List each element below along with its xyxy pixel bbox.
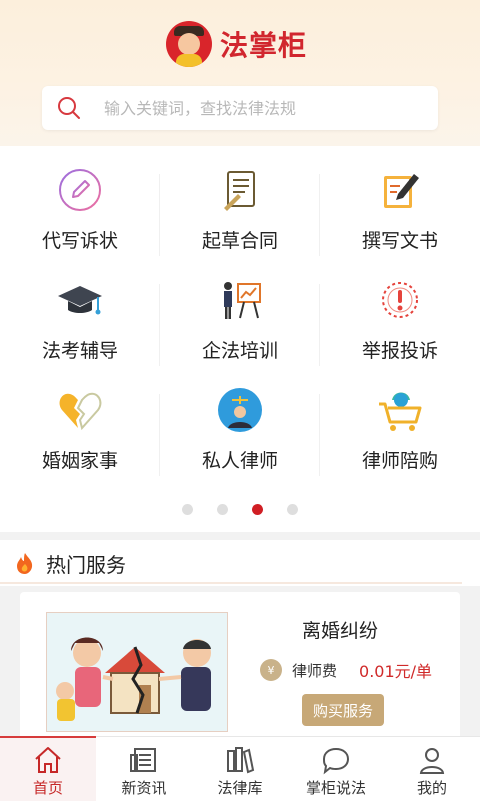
carousel-dot-active[interactable] (252, 504, 263, 515)
graduation-cap-icon (56, 276, 104, 324)
service-label: 撰写文书 (361, 230, 438, 252)
app-title: 法掌柜 (220, 29, 308, 62)
tab-home[interactable]: 首页 (0, 736, 96, 801)
section-title: 热门服务 (46, 552, 126, 577)
alert-exclamation-icon (376, 276, 424, 324)
tab-law-library[interactable]: 法律库 (192, 737, 288, 801)
section-underline (0, 582, 462, 584)
service-label: 律师陪购 (361, 450, 438, 472)
service-label: 起草合同 (201, 230, 278, 252)
fee-label: 律师费 (292, 661, 338, 680)
writing-pen-icon (376, 166, 424, 214)
presentation-board-icon (216, 276, 264, 324)
service-label: 法考辅导 (41, 340, 118, 362)
shopping-cart-icon (376, 386, 424, 434)
service-qifa-peixun[interactable]: 企法培训 (160, 270, 320, 380)
mascot-logo-icon (166, 21, 212, 67)
tab-mine[interactable]: 我的 (384, 737, 480, 801)
search-input[interactable] (102, 97, 406, 119)
home-icon (35, 747, 61, 773)
tab-label: 首页 (32, 779, 63, 797)
service-label: 企法培训 (201, 340, 278, 362)
service-label: 私人律师 (201, 450, 278, 472)
service-zhuanxie-wenshu[interactable]: 撰写文书 (320, 160, 480, 270)
carousel-dots[interactable] (0, 504, 480, 515)
tab-legal-talk[interactable]: 掌柜说法 (288, 737, 384, 801)
service-card-divorce[interactable]: 离婚纠纷 ¥ 律师费 0.01元/单 购买服务 (20, 592, 460, 742)
fee-price: 0.01元/单 (359, 662, 433, 681)
carousel-dot[interactable] (182, 504, 193, 515)
bottom-tab-bar: 首页 新资讯 法律库 掌柜说法 我的 (0, 736, 480, 801)
tab-label: 新资讯 (121, 779, 167, 797)
card-title: 离婚纠纷 (302, 620, 379, 642)
divorce-illustration (46, 612, 228, 732)
service-hunyin-jiashi[interactable]: 婚姻家事 (0, 380, 160, 490)
bookshelf-icon (227, 747, 255, 774)
service-grid: 代写诉状 起草合同 撰写文书 法考辅导 企法培训 举报投诉 婚姻家事 私人律师 … (0, 160, 480, 490)
contract-document-icon (216, 166, 264, 214)
pen-circle-icon (56, 166, 104, 214)
fire-icon (17, 553, 33, 574)
service-lvshi-peigou[interactable]: 律师陪购 (320, 380, 480, 490)
search-icon (58, 97, 80, 119)
app-logo: 法掌柜 (166, 20, 307, 68)
carousel-dot[interactable] (217, 504, 228, 515)
carousel-dot[interactable] (287, 504, 298, 515)
service-label: 婚姻家事 (41, 450, 118, 472)
service-daixie-suzhuang[interactable]: 代写诉状 (0, 160, 160, 270)
service-qicao-hetong[interactable]: 起草合同 (160, 160, 320, 270)
search-bar[interactable] (42, 86, 438, 130)
service-jubao-tousu[interactable]: 举报投诉 (320, 270, 480, 380)
hot-services-header: 热门服务 (0, 540, 480, 586)
user-icon (419, 748, 445, 774)
service-label: 举报投诉 (361, 340, 438, 362)
coin-icon: ¥ (260, 659, 282, 681)
tab-label: 法律库 (217, 779, 263, 797)
newspaper-icon (130, 748, 156, 772)
service-siren-lvshi[interactable]: 私人律师 (160, 380, 320, 490)
lawyer-avatar-icon (216, 386, 264, 434)
tab-label: 我的 (416, 779, 447, 797)
service-grid-panel: 代写诉状 起草合同 撰写文书 法考辅导 企法培训 举报投诉 婚姻家事 私人律师 … (0, 146, 480, 532)
buy-service-button[interactable]: 购买服务 (302, 694, 384, 726)
tab-label: 掌柜说法 (305, 779, 366, 797)
fee-row: ¥ 律师费 0.01元/单 (260, 658, 432, 682)
header-area: 法掌柜 (0, 0, 480, 146)
tab-news[interactable]: 新资讯 (96, 737, 192, 801)
chat-bubble-icon (322, 747, 350, 775)
broken-heart-icon (56, 386, 104, 434)
service-fakao-fudao[interactable]: 法考辅导 (0, 270, 160, 380)
service-label: 代写诉状 (41, 230, 118, 252)
